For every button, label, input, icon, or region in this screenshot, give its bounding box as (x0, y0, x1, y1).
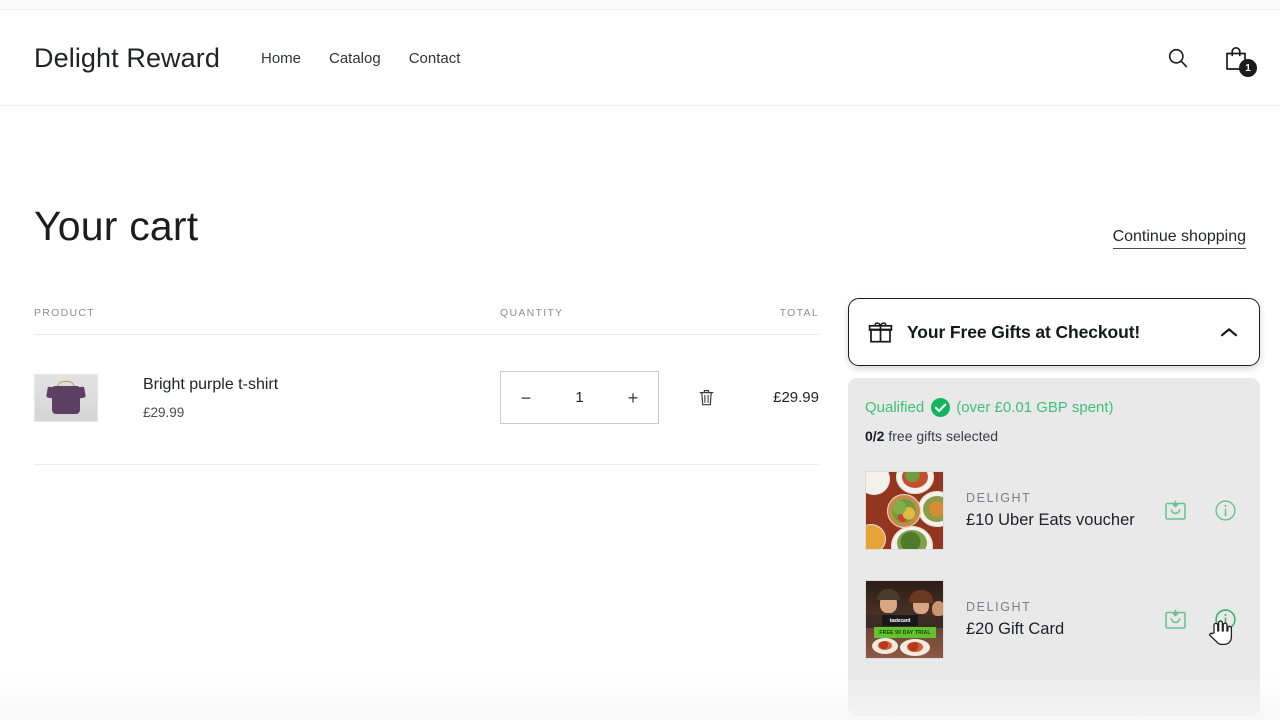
thumb-trial-text: FREE 90 DAY TRIAL (879, 629, 931, 636)
gift-actions (1162, 607, 1238, 633)
thumb-shape (872, 638, 898, 654)
quantity-stepper[interactable]: − 1 + (500, 371, 659, 424)
product-unit-price: £29.99 (143, 404, 185, 420)
qualified-note: (over £0.01 GBP spent) (956, 399, 1114, 416)
cart-button[interactable]: 1 (1220, 42, 1257, 77)
gift-brand: DELIGHT (966, 600, 1032, 614)
add-to-bag-icon (1164, 609, 1186, 629)
thumb-trial-banner: FREE 90 DAY TRIAL (874, 627, 936, 638)
free-gifts-list: DELIGHT £10 Uber Eats voucher tastecard … (865, 464, 1243, 666)
trash-icon (699, 390, 713, 406)
page-title: Your cart (34, 203, 199, 249)
add-gift-button[interactable] (1162, 498, 1188, 524)
product-name[interactable]: Bright purple t-shirt (143, 376, 278, 394)
gifts-selected-count: 0/2 (865, 428, 885, 444)
gift-text: DELIGHT £20 Gift Card (966, 600, 1162, 639)
search-icon (1168, 48, 1188, 68)
thumb-shape (923, 496, 943, 522)
remove-item-button[interactable] (695, 386, 717, 410)
main-navigation: Home Catalog Contact (261, 50, 460, 67)
tshirt-shape (52, 385, 80, 414)
free-gifts-panel: Qualified (over £0.01 GBP spent) 0/2 fre… (848, 378, 1260, 716)
thumb-shape (887, 494, 921, 528)
nav-item-home[interactable]: Home (261, 50, 301, 67)
cart-section: Continue shopping Your cart PRODUCT QUAN… (0, 106, 1280, 720)
product-thumbnail[interactable] (34, 373, 98, 422)
gift-info-button[interactable] (1212, 607, 1238, 633)
qualified-status: Qualified (over £0.01 GBP spent) (865, 398, 1243, 417)
cart-main-column: Your cart PRODUCT QUANTITY TOTAL Bright … (34, 206, 819, 465)
quantity-decrease-button[interactable]: − (517, 389, 535, 407)
product-info: Bright purple t-shirt £29.99 (143, 376, 278, 420)
brand-logo[interactable]: Delight Reward (34, 43, 220, 74)
gift-text: DELIGHT £10 Uber Eats voucher (966, 491, 1162, 530)
gift-name: £20 Gift Card (966, 620, 1065, 638)
column-header-total: TOTAL (779, 307, 819, 319)
check-circle-icon (931, 398, 951, 417)
thumb-logo-text: tastecard (889, 617, 911, 624)
gifts-selected-suffix: free gifts selected (888, 428, 999, 444)
cart-table-header: PRODUCT QUANTITY TOTAL (34, 307, 819, 335)
line-total: £29.99 (773, 389, 819, 406)
gift-thumbnail[interactable] (865, 471, 944, 550)
thumb-shape (909, 590, 933, 614)
continue-shopping-link[interactable]: Continue shopping (1112, 228, 1246, 249)
announcement-bar (0, 0, 1280, 10)
quantity-value[interactable]: 1 (575, 389, 583, 406)
thumb-shape (897, 530, 927, 549)
thumb-shape (866, 472, 890, 495)
list-item: tastecard FREE 90 DAY TRIAL DELIGHT £20 … (865, 573, 1243, 666)
info-circle-icon (1214, 609, 1236, 630)
search-button[interactable] (1162, 42, 1194, 74)
header-actions: 1 (1162, 42, 1257, 77)
gift-info-button[interactable] (1212, 498, 1238, 524)
collapse-toggle-button[interactable] (1219, 326, 1239, 339)
gift-actions (1162, 498, 1238, 524)
quantity-increase-button[interactable]: + (624, 389, 642, 407)
column-header-quantity: QUANTITY (500, 307, 564, 319)
gift-name: £10 Uber Eats voucher (966, 511, 1135, 529)
page-root: Delight Reward Home Catalog Contact 1 Co… (0, 0, 1280, 720)
thumb-shape (932, 601, 943, 616)
list-item: DELIGHT £10 Uber Eats voucher (865, 464, 1243, 557)
thumb-shape (900, 639, 930, 656)
cart-title-row: Your cart (34, 206, 819, 247)
nav-item-catalog[interactable]: Catalog (329, 50, 381, 67)
thumb-logo-chip: tastecard (882, 615, 918, 626)
free-gifts-header[interactable]: Your Free Gifts at Checkout! (848, 298, 1260, 366)
quantity-cell: − 1 + (500, 371, 736, 424)
qualified-label: Qualified (865, 399, 925, 416)
nav-item-contact[interactable]: Contact (409, 50, 461, 67)
column-header-product: PRODUCT (34, 307, 96, 319)
add-gift-button[interactable] (1162, 607, 1188, 633)
free-gifts-title: Your Free Gifts at Checkout! (907, 321, 1141, 342)
cart-count-badge: 1 (1239, 59, 1257, 77)
info-circle-icon (1214, 500, 1236, 521)
thumb-shape (877, 589, 900, 613)
chevron-up-icon (1220, 327, 1238, 336)
site-header: Delight Reward Home Catalog Contact 1 (0, 11, 1280, 106)
gift-brand: DELIGHT (966, 491, 1032, 505)
gift-icon (868, 321, 893, 343)
thumb-shape (866, 524, 886, 549)
add-to-bag-icon (1164, 500, 1186, 520)
table-row: Bright purple t-shirt £29.99 − 1 + £29.9… (34, 335, 819, 465)
cart-table: PRODUCT QUANTITY TOTAL Bright purple t-s… (34, 307, 819, 465)
free-gifts-widget: Your Free Gifts at Checkout! Qualified (… (848, 298, 1260, 716)
gifts-selected-status: 0/2 free gifts selected (865, 428, 1243, 444)
product-cell: Bright purple t-shirt £29.99 (34, 373, 500, 422)
gift-thumbnail[interactable]: tastecard FREE 90 DAY TRIAL (865, 580, 944, 659)
